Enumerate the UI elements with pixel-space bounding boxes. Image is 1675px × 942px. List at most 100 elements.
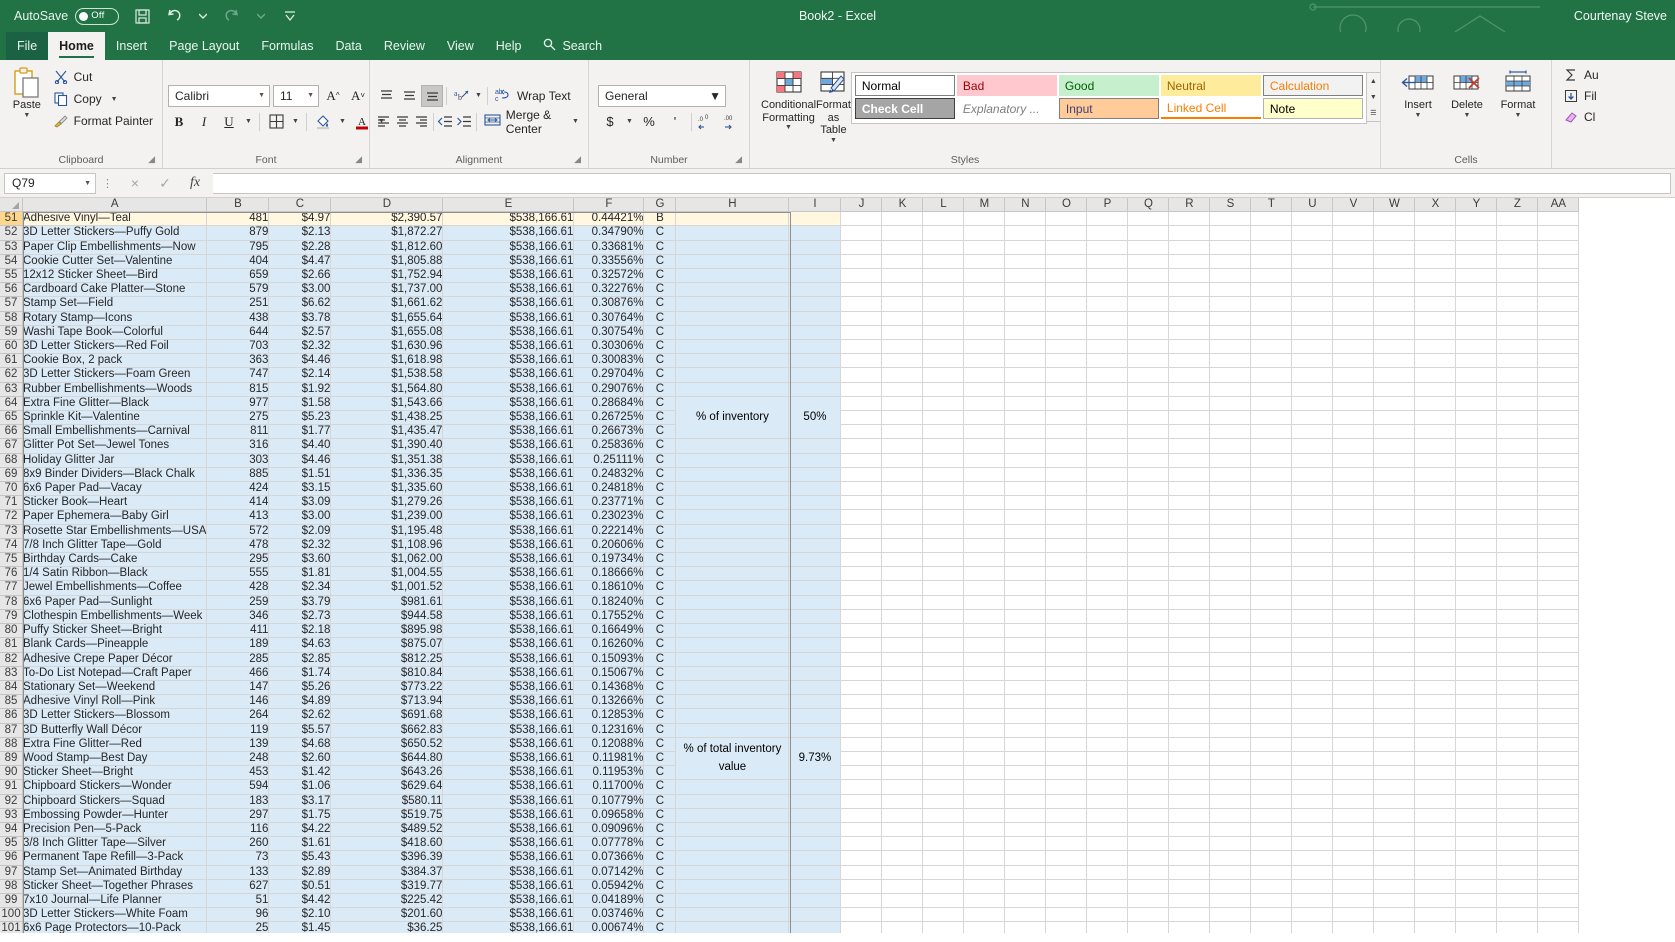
row-header-77[interactable]: 77 [0, 581, 23, 595]
cell-V90[interactable] [1333, 766, 1374, 780]
column-header-d[interactable]: D [331, 198, 443, 212]
cell-J84[interactable] [841, 680, 882, 694]
cell-C59[interactable]: $2.57 [269, 325, 331, 339]
cell-O59[interactable] [1046, 325, 1087, 339]
cell-A65[interactable]: Sprinkle Kit—Valentine [23, 411, 207, 425]
row-header-95[interactable]: 95 [0, 837, 23, 851]
cell-K72[interactable] [882, 510, 923, 524]
cell-W75[interactable] [1374, 553, 1415, 567]
cell-L54[interactable] [923, 254, 964, 268]
cell-N81[interactable] [1005, 638, 1046, 652]
cell-X100[interactable] [1415, 908, 1456, 922]
cell-P74[interactable] [1087, 538, 1128, 552]
select-all-corner[interactable] [0, 198, 23, 212]
cell-H98[interactable] [676, 879, 789, 893]
cell-Q73[interactable] [1128, 524, 1169, 538]
cell-V58[interactable] [1333, 311, 1374, 325]
cell-H69[interactable] [676, 467, 789, 481]
cell-AA77[interactable] [1538, 581, 1579, 595]
cell-M60[interactable] [964, 340, 1005, 354]
cell-E101[interactable]: $538,166.61 [443, 922, 574, 933]
cell-AA78[interactable] [1538, 595, 1579, 609]
cell-R79[interactable] [1169, 609, 1210, 623]
cell-S54[interactable] [1210, 254, 1251, 268]
cell-P92[interactable] [1087, 794, 1128, 808]
align-left-button[interactable] [375, 111, 393, 133]
cell-P57[interactable] [1087, 297, 1128, 311]
cell-I93[interactable] [789, 808, 841, 822]
cell-G70[interactable]: C [644, 482, 676, 496]
cell-S86[interactable] [1210, 709, 1251, 723]
comma-format-button[interactable]: ' [663, 111, 687, 133]
cell-X80[interactable] [1415, 624, 1456, 638]
cell-F52[interactable]: 0.34790% [574, 226, 644, 240]
cell-J78[interactable] [841, 595, 882, 609]
cell-S98[interactable] [1210, 879, 1251, 893]
cell-J61[interactable] [841, 354, 882, 368]
cell-R66[interactable] [1169, 425, 1210, 439]
cell-L84[interactable] [923, 680, 964, 694]
table-row[interactable]: 98Sticker Sheet—Together Phrases627$0.51… [0, 879, 1579, 893]
cell-H61[interactable] [676, 354, 789, 368]
cell-AA55[interactable] [1538, 269, 1579, 283]
scroll-up-icon[interactable]: ▲ [1367, 73, 1380, 89]
cell-I75[interactable] [789, 553, 841, 567]
cell-X51[interactable] [1415, 212, 1456, 226]
cell-V101[interactable] [1333, 922, 1374, 933]
cell-V96[interactable] [1333, 851, 1374, 865]
cell-Q52[interactable] [1128, 226, 1169, 240]
cell-N84[interactable] [1005, 680, 1046, 694]
cell-Q57[interactable] [1128, 297, 1169, 311]
cell-O78[interactable] [1046, 595, 1087, 609]
table-row[interactable]: 873D Butterfly Wall Décor119$5.57$662.83… [0, 723, 1579, 737]
undo-icon[interactable] [159, 3, 189, 29]
cell-R61[interactable] [1169, 354, 1210, 368]
cell-Z70[interactable] [1497, 482, 1538, 496]
cell-L92[interactable] [923, 794, 964, 808]
cell-W65[interactable] [1374, 411, 1415, 425]
cell-K76[interactable] [882, 567, 923, 581]
cell-E94[interactable]: $538,166.61 [443, 822, 574, 836]
cell-K93[interactable] [882, 808, 923, 822]
cell-U100[interactable] [1292, 908, 1333, 922]
cell-L81[interactable] [923, 638, 964, 652]
cell-P99[interactable] [1087, 893, 1128, 907]
cell-L88[interactable] [923, 737, 964, 751]
cell-G86[interactable]: C [644, 709, 676, 723]
cell-AA91[interactable] [1538, 780, 1579, 794]
cell-O96[interactable] [1046, 851, 1087, 865]
cell-R53[interactable] [1169, 240, 1210, 254]
cell-S59[interactable] [1210, 325, 1251, 339]
cell-D65[interactable]: $1,438.25 [331, 411, 443, 425]
cell-J74[interactable] [841, 538, 882, 552]
cell-G91[interactable]: C [644, 780, 676, 794]
cell-N57[interactable] [1005, 297, 1046, 311]
cell-V52[interactable] [1333, 226, 1374, 240]
cell-B90[interactable]: 453 [207, 766, 269, 780]
cell-C78[interactable]: $3.79 [269, 595, 331, 609]
cell-R59[interactable] [1169, 325, 1210, 339]
cell-AA96[interactable] [1538, 851, 1579, 865]
cell-U71[interactable] [1292, 496, 1333, 510]
cell-P76[interactable] [1087, 567, 1128, 581]
cell-N91[interactable] [1005, 780, 1046, 794]
cell-F56[interactable]: 0.32276% [574, 283, 644, 297]
cell-E60[interactable]: $538,166.61 [443, 340, 574, 354]
cell-X99[interactable] [1415, 893, 1456, 907]
cell-X68[interactable] [1415, 453, 1456, 467]
cell-P83[interactable] [1087, 666, 1128, 680]
cell-T94[interactable] [1251, 822, 1292, 836]
cell-G56[interactable]: C [644, 283, 676, 297]
cell-K54[interactable] [882, 254, 923, 268]
cell-T96[interactable] [1251, 851, 1292, 865]
cell-Y69[interactable] [1456, 467, 1497, 481]
table-row[interactable]: 96Permanent Tape Refill—3-Pack73$5.43$39… [0, 851, 1579, 865]
cell-O93[interactable] [1046, 808, 1087, 822]
cell-W79[interactable] [1374, 609, 1415, 623]
cell-K58[interactable] [882, 311, 923, 325]
cell-I54[interactable] [789, 254, 841, 268]
cell-K100[interactable] [882, 908, 923, 922]
column-header-v[interactable]: V [1333, 198, 1374, 212]
cell-F80[interactable]: 0.16649% [574, 624, 644, 638]
cell-O73[interactable] [1046, 524, 1087, 538]
